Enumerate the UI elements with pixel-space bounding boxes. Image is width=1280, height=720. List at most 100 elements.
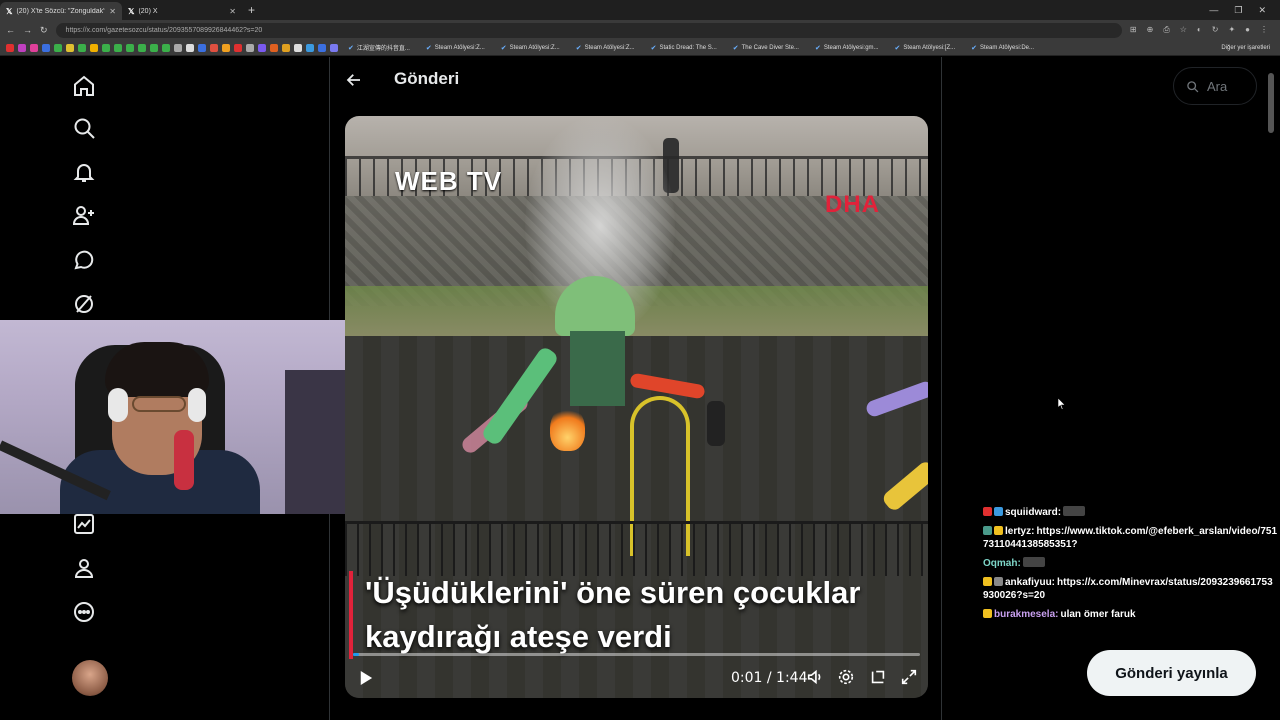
bookmark-favicon-icon[interactable] [162,43,170,52]
explore-icon[interactable] [72,116,96,140]
back-nav-icon[interactable]: ← [6,25,15,35]
avatar[interactable] [72,660,108,696]
main-column: Gönderi WEB TV DHA 'Üşüdüklerini' öne sü… [331,57,942,720]
other-bookmarks[interactable]: Diğer yer işaretleri [1221,45,1280,51]
messages-icon[interactable] [72,248,96,272]
settings-gear-icon[interactable] [836,668,856,688]
restore-icon[interactable]: ❐ [1234,5,1242,16]
bookmark-favicon-icon[interactable] [270,43,278,52]
chat-message: lertyz: https://www.tiktok.com/@efeberk_a… [983,525,1278,551]
bookmark-favicon-icon[interactable] [66,43,74,52]
bookmark-favicon-icon[interactable] [126,43,134,52]
bookmark-favicon-icon[interactable] [6,43,14,52]
chat-badge-icon [994,507,1003,516]
minimize-icon[interactable]: — [1209,5,1218,16]
share-icon[interactable]: ⎙ [1163,25,1169,35]
menu-icon[interactable]: ⋮ [1260,25,1268,35]
new-tab-button[interactable]: + [242,3,261,17]
video-player[interactable]: WEB TV DHA 'Üşüdüklerini' öne süren çocu… [345,116,928,698]
close-tab-icon[interactable]: ✕ [229,7,236,16]
profile-icon[interactable] [72,556,96,580]
notifications-icon[interactable] [72,160,96,184]
bookmark-favicon-icon[interactable] [222,43,230,52]
bookmark-favicon-icon[interactable] [234,43,242,52]
bookmark-favicon-icon[interactable] [30,43,38,52]
bookmark-favicon-icon[interactable] [174,43,182,52]
bookmark-favicon-icon[interactable] [138,43,146,52]
bookmark-favicon-icon[interactable] [330,43,338,52]
video-progress-bar[interactable] [353,653,920,656]
back-arrow-icon[interactable] [345,71,363,89]
bookmark-favicon-icon[interactable] [150,43,158,52]
bookmark-item[interactable]: ✔ Steam Atölyesi:De... [965,44,1040,52]
bookmark-item[interactable]: ✔ Steam Atölyesi:Z... [495,44,566,52]
page-scrollbar[interactable] [1268,73,1274,133]
address-bar-row: ← → ↻ https://x.com/gazetesozcu/status/2… [0,20,1280,40]
zoom-icon[interactable]: ⊕ [1147,25,1154,35]
bookmark-favicon-icon[interactable] [198,43,206,52]
bookmark-favicon-icon[interactable] [282,43,290,52]
x-logo-icon: 𝕏 [6,6,13,16]
bookmark-favicon-icon[interactable] [258,43,266,52]
profile-avatar-icon[interactable]: ● [1245,25,1250,35]
volume-icon[interactable] [805,668,825,688]
caption-line-1: 'Üşüdüklerini' öne süren çocuklar [365,575,861,610]
puzzle-icon[interactable]: ✦ [1228,25,1235,35]
page-title: Gönderi [394,69,460,88]
home-icon[interactable] [72,74,96,98]
browser-tab-bar: 𝕏 (20) X'te Sözcü: "Zonguldak'ta üşü ✕ 𝕏… [0,0,1280,20]
close-window-icon[interactable]: ✕ [1258,5,1266,16]
bookmark-favicon-icon[interactable] [18,43,26,52]
tab-title: (20) X'te Sözcü: "Zonguldak'ta üşü [16,7,105,15]
follow-icon[interactable] [72,203,96,227]
forward-nav-icon[interactable]: → [23,25,32,35]
bookmark-item[interactable]: ✔ Steam Atölyesi:Z... [420,44,491,52]
fullscreen-icon[interactable] [899,668,919,688]
bookmark-favicon-icon[interactable] [186,43,194,52]
video-scene-child [707,401,725,446]
steam-check-icon: ✔ [425,44,432,52]
close-tab-icon[interactable]: ✕ [109,7,116,16]
bookmark-favicon-icon[interactable] [78,43,86,52]
pip-icon[interactable] [868,668,888,688]
bookmark-item[interactable]: ✔ Steam Atölyesi:[Z... [889,44,962,52]
bookmark-favicon-icon[interactable] [294,43,302,52]
microphone [174,430,194,490]
translate-icon[interactable]: ⊞ [1130,25,1137,35]
bookmark-favicon-icon[interactable] [306,43,314,52]
video-scene-front-fence [345,521,928,576]
more-icon[interactable] [72,600,96,624]
premium-icon[interactable] [72,512,96,536]
bookmark-label: Steam Atölyesi:Z... [509,44,560,51]
bookmark-item[interactable]: ✔ Steam Atölyesi:gm... [809,44,885,52]
chat-badge-icon [994,577,1003,586]
chat-message: ankafiyuu: https://x.com/Minevrax/status/… [983,576,1278,602]
browser-tab[interactable]: 𝕏 (20) X ✕ [122,2,242,20]
bookmark-favicon-icon[interactable] [102,43,110,52]
bookmark-item[interactable]: ✔ 江湖宣傳的抖音直... [342,43,416,53]
bookmark-favicon-icon[interactable] [246,43,254,52]
reload-icon[interactable]: ↻ [40,25,48,36]
bookmark-item[interactable]: ✔ The Cave Diver Ste... [727,44,805,52]
refresh-ext-icon[interactable]: ↻ [1212,25,1219,35]
post-button[interactable]: Gönderi yayınla [1087,650,1256,696]
search-box[interactable]: Ara [1173,67,1257,105]
bookmark-label: Steam Atölyesi:De... [979,44,1035,51]
star-icon[interactable]: ☆ [1180,25,1187,35]
bookmark-favicon-icon[interactable] [42,43,50,52]
search-icon [1187,80,1199,92]
bookmark-item[interactable]: ✔ Static Dread: The S... [645,44,723,52]
grok-icon[interactable] [72,292,96,316]
bookmark-favicon-icon[interactable] [210,43,218,52]
play-icon[interactable] [359,670,375,688]
url-field[interactable]: https://x.com/gazetesozcu/status/2093557… [55,22,1122,38]
bookmark-item[interactable]: ✔ Steam Atölyesi:Z... [570,44,641,52]
post-header: Gönderi [331,57,942,103]
bookmark-favicon-icon[interactable] [114,43,122,52]
bookmark-favicon-icon[interactable] [318,43,326,52]
bookmark-favicon-icon[interactable] [90,43,98,52]
bookmark-label: 江湖宣傳的抖音直... [356,46,410,52]
browser-tab-active[interactable]: 𝕏 (20) X'te Sözcü: "Zonguldak'ta üşü ✕ [0,2,122,20]
extension-icon[interactable]: ◐ [1197,25,1202,35]
bookmark-favicon-icon[interactable] [54,43,62,52]
